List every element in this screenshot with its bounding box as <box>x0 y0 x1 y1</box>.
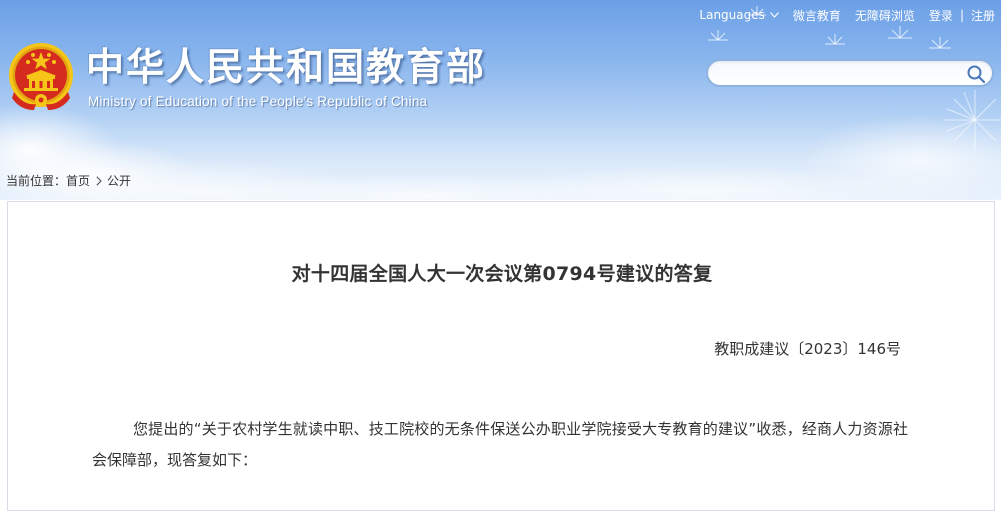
chevron-right-icon <box>96 175 102 186</box>
national-emblem-icon[interactable] <box>6 40 76 114</box>
nav-separator: | <box>959 8 964 22</box>
languages-dropdown[interactable]: Languages <box>699 8 779 22</box>
header-banner: Languages 微言教育 无障碍浏览 登录 | 注册 中华人民共和国教育部 … <box>0 0 1001 200</box>
article-panel: 对十四届全国人大一次会议第0794号建议的答复 教职成建议〔2023〕146号 … <box>7 201 995 511</box>
search-icon[interactable] <box>966 64 986 84</box>
search-box <box>706 59 994 87</box>
top-nav: Languages 微言教育 无障碍浏览 登录 | 注册 <box>699 7 995 23</box>
accessibility-link[interactable]: 无障碍浏览 <box>855 7 915 24</box>
breadcrumb-home-link[interactable]: 首页 <box>66 172 90 189</box>
login-link[interactable]: 登录 <box>929 7 953 24</box>
breadcrumb: 当前位置： 首页 公开 <box>6 172 131 189</box>
weiyan-education-link[interactable]: 微言教育 <box>793 7 841 24</box>
breadcrumb-current[interactable]: 公开 <box>107 172 131 189</box>
site-subtitle: Ministry of Education of the People's Re… <box>88 94 428 109</box>
languages-label: Languages <box>699 8 765 22</box>
site-title[interactable]: 中华人民共和国教育部 <box>86 44 486 90</box>
article-title: 对十四届全国人大一次会议第0794号建议的答复 <box>291 263 713 285</box>
document-number: 教职成建议〔2023〕146号 <box>714 340 901 358</box>
search-input[interactable] <box>722 65 966 85</box>
breadcrumb-prefix: 当前位置： <box>6 174 67 188</box>
register-link[interactable]: 注册 <box>971 7 995 24</box>
chevron-down-icon <box>769 12 779 18</box>
article-paragraph: 您提出的“关于农村学生就读中职、技工院校的无条件保送公办职业学院接受大专教育的建… <box>92 420 908 469</box>
